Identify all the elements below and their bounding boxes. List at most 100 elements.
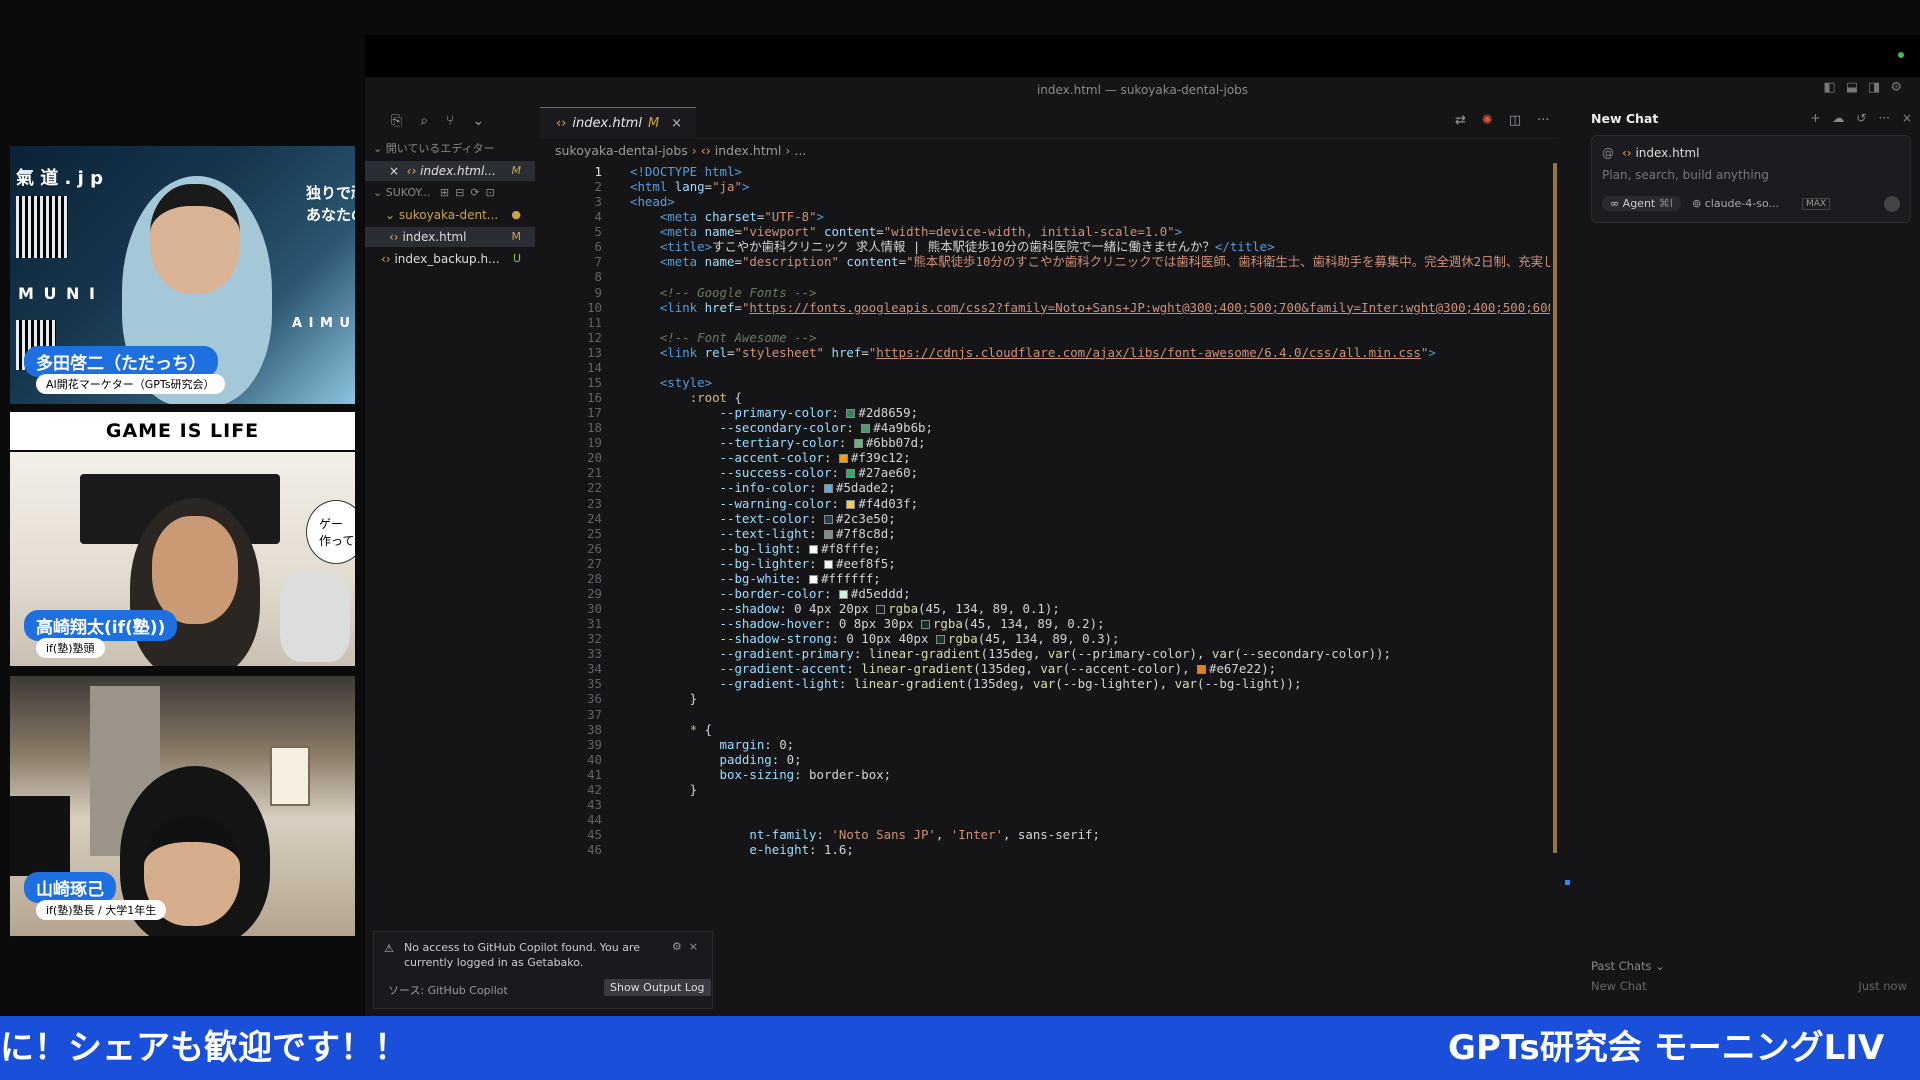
toggle-sidebar-icon[interactable]: ◧ bbox=[1823, 80, 1835, 95]
participant-2-face bbox=[152, 516, 238, 624]
modified-gutter-bar bbox=[1553, 163, 1557, 853]
cam1-site-text: 氣 道 . j p bbox=[16, 168, 103, 189]
source-control-icon[interactable]: ⑂ bbox=[446, 113, 454, 129]
cam3-window bbox=[270, 746, 310, 806]
open-editors-header[interactable]: ⌄ 開いているエディター bbox=[365, 139, 535, 159]
cam2-speech-bubble: ゲー 作って bbox=[306, 500, 355, 564]
notification-source: ソース: GitHub Copilot bbox=[388, 984, 508, 997]
participant-2-subtitle: if(塾)塾頭 bbox=[36, 638, 105, 658]
explorer-icon[interactable]: ⎘ bbox=[391, 113, 402, 129]
chat-actions: + ☁ ↺ ··· × bbox=[1810, 111, 1912, 125]
window-title: index.html — sukoyaka-dental-jobs bbox=[1036, 83, 1249, 97]
activity-bar: ⎘ ⌕ ⑂ ⌄ bbox=[365, 107, 540, 135]
cam1-aimu-text: A I M U bbox=[292, 316, 351, 331]
notification-actions: ⚙ × bbox=[672, 940, 698, 953]
breadcrumb: sukoyaka-dental-jobs › ‹› index.html › .… bbox=[555, 143, 806, 158]
folder-header[interactable]: ⌄ SUKOY... ⊞⊟⟳⊡ bbox=[365, 183, 535, 203]
cam1-muni-text: M U N I bbox=[18, 284, 97, 303]
participant-1-face bbox=[150, 184, 240, 294]
folder-actions[interactable]: ⊞⊟⟳⊡ bbox=[440, 186, 501, 199]
chevron-right-icon: › bbox=[691, 143, 701, 158]
more-actions-icon[interactable]: ··· bbox=[1878, 111, 1889, 125]
explorer-panel: ⌄ 開いているエディター × ‹› index.html... M ⌄ SUKO… bbox=[365, 139, 535, 859]
toggle-panel-icon[interactable]: ⬓ bbox=[1846, 80, 1858, 95]
layout-controls: ◧ ⬓ ◨ ⚙ bbox=[1823, 80, 1902, 95]
modified-badge: M bbox=[511, 230, 522, 243]
chat-title: New Chat bbox=[1591, 111, 1659, 126]
ticker-banner: に！シェアも歓迎です！！ GPTs研究会 モーニングLIV bbox=[0, 1016, 1920, 1080]
tab-modified-badge: M bbox=[647, 116, 660, 131]
chat-panel: New Chat + ☁ ↺ ··· × @ ‹› index.html Pla… bbox=[1583, 107, 1920, 1007]
search-icon[interactable]: ⌕ bbox=[420, 113, 428, 129]
participant-1-nameplate: 多田啓二（ただっち） bbox=[24, 346, 218, 377]
file-item-backup[interactable]: ‹› index_backup.h... U bbox=[365, 249, 535, 269]
participant-3-nameplate: 山崎琢己 bbox=[24, 872, 116, 903]
close-icon[interactable]: × bbox=[389, 164, 399, 178]
line-number: 46 bbox=[587, 842, 602, 858]
notification-message: No access to GitHub Copilot found. You a… bbox=[404, 941, 640, 969]
past-chats-header[interactable]: Past Chats ⌄ bbox=[1591, 959, 1665, 973]
chat-placeholder: Plan, search, build anything bbox=[1602, 168, 1769, 182]
cloud-icon[interactable]: ☁ bbox=[1832, 111, 1844, 125]
history-icon[interactable]: ↺ bbox=[1856, 111, 1866, 125]
open-editor-item[interactable]: × ‹› index.html... M bbox=[365, 161, 535, 181]
camera-feed-2: ゲー 作って 高崎翔太(if(塾)) if(塾)塾頭 bbox=[10, 452, 355, 666]
split-editor-icon[interactable]: ◫ bbox=[1509, 113, 1521, 128]
qr-code-icon bbox=[16, 196, 68, 258]
breadcrumb-file[interactable]: index.html bbox=[715, 143, 782, 158]
participant-2-nameplate: 高崎翔太(if(塾)) bbox=[24, 610, 178, 641]
tab-label: index.html bbox=[572, 116, 642, 131]
tab-close-icon[interactable]: × bbox=[671, 116, 682, 131]
context-file-chip[interactable]: ‹› index.html bbox=[1622, 146, 1699, 160]
toggle-secondary-sidebar-icon[interactable]: ◨ bbox=[1868, 80, 1880, 95]
modified-badge: M bbox=[511, 164, 522, 177]
more-actions-icon[interactable]: ··· bbox=[1537, 113, 1549, 128]
settings-gear-icon[interactable]: ⚙ bbox=[1890, 80, 1902, 95]
html-file-icon: ‹› bbox=[556, 116, 567, 131]
file-item-index[interactable]: ‹› index.html M bbox=[365, 227, 535, 247]
line-content: e-height: 1.6; bbox=[749, 842, 854, 858]
title-bar bbox=[365, 35, 1920, 77]
untracked-badge: U bbox=[512, 252, 521, 265]
html-file-icon: ‹› bbox=[389, 230, 399, 244]
tab-index-html[interactable]: ‹› index.html M × bbox=[540, 107, 697, 139]
editor-tabs: ‹› index.html M × bbox=[540, 107, 1555, 139]
compare-icon[interactable]: ⇄ bbox=[1455, 113, 1466, 128]
debug-icon[interactable]: ✺ bbox=[1482, 113, 1493, 128]
chevron-down-icon[interactable]: ⌄ bbox=[472, 113, 484, 129]
participant-3-subtitle: if(塾)塾長 / 大学1年生 bbox=[36, 900, 167, 920]
ticker-right-text: GPTs研究会 モーニングLIV bbox=[1448, 1028, 1885, 1068]
breadcrumb-more[interactable]: ... bbox=[794, 143, 806, 158]
scroll-marker bbox=[1565, 880, 1570, 885]
past-chat-item[interactable]: New Chat Just now bbox=[1591, 979, 1907, 993]
modified-dot-icon: ● bbox=[511, 208, 521, 221]
max-badge: MAX bbox=[1802, 198, 1831, 210]
camera-feed-3: 山崎琢己 if(塾)塾長 / 大学1年生 bbox=[10, 676, 355, 936]
cam3-piano bbox=[10, 796, 70, 876]
agent-mode-button[interactable]: ∞ Agent ⌘I bbox=[1602, 196, 1681, 211]
code-line[interactable]: 46 e-height: 1.6; bbox=[540, 841, 1550, 859]
camera-feed-1: 氣 道 . j p M U N I 独りで頑 あなたの A I M U 多田啓二… bbox=[10, 146, 355, 404]
mention-icon[interactable]: @ bbox=[1602, 146, 1614, 160]
copilot-notification: ⚠ No access to GitHub Copilot found. You… bbox=[373, 931, 713, 1009]
model-selector[interactable]: ⊚ claude-4-so... bbox=[1692, 197, 1779, 210]
warning-icon: ⚠ bbox=[384, 942, 394, 955]
status-dot-icon bbox=[1898, 52, 1904, 58]
editor-window: index.html — sukoyaka-dental-jobs ◧ ⬓ ◨ … bbox=[365, 35, 1920, 1016]
participant-1-subtitle: AI開花マーケター（GPTs研究会） bbox=[36, 374, 225, 394]
html-file-icon: ‹› bbox=[406, 164, 417, 178]
project-folder[interactable]: ⌄ sukoyaka-dent... ● bbox=[365, 205, 535, 225]
close-icon[interactable]: × bbox=[689, 940, 698, 953]
chat-input-box[interactable]: @ ‹› index.html Plan, search, build anyt… bbox=[1591, 135, 1911, 223]
cam1-right-text: 独りで頑 あなたの bbox=[306, 184, 355, 224]
close-icon[interactable]: × bbox=[1902, 111, 1912, 125]
plus-icon[interactable]: + bbox=[1810, 111, 1820, 125]
breadcrumb-folder[interactable]: sukoyaka-dental-jobs bbox=[555, 143, 688, 158]
send-icon[interactable] bbox=[1884, 196, 1900, 212]
gear-icon[interactable]: ⚙ bbox=[672, 940, 682, 953]
html-file-icon: ‹› bbox=[700, 143, 711, 158]
show-output-log-button[interactable]: Show Output Log bbox=[604, 979, 711, 996]
camera-2-header: GAME IS LIFE bbox=[10, 412, 355, 450]
code-editor[interactable]: 1 <!DOCTYPE html> 2 <html lang="ja"> 3 <head>… bbox=[540, 163, 1550, 973]
cam2-figure bbox=[280, 572, 350, 662]
